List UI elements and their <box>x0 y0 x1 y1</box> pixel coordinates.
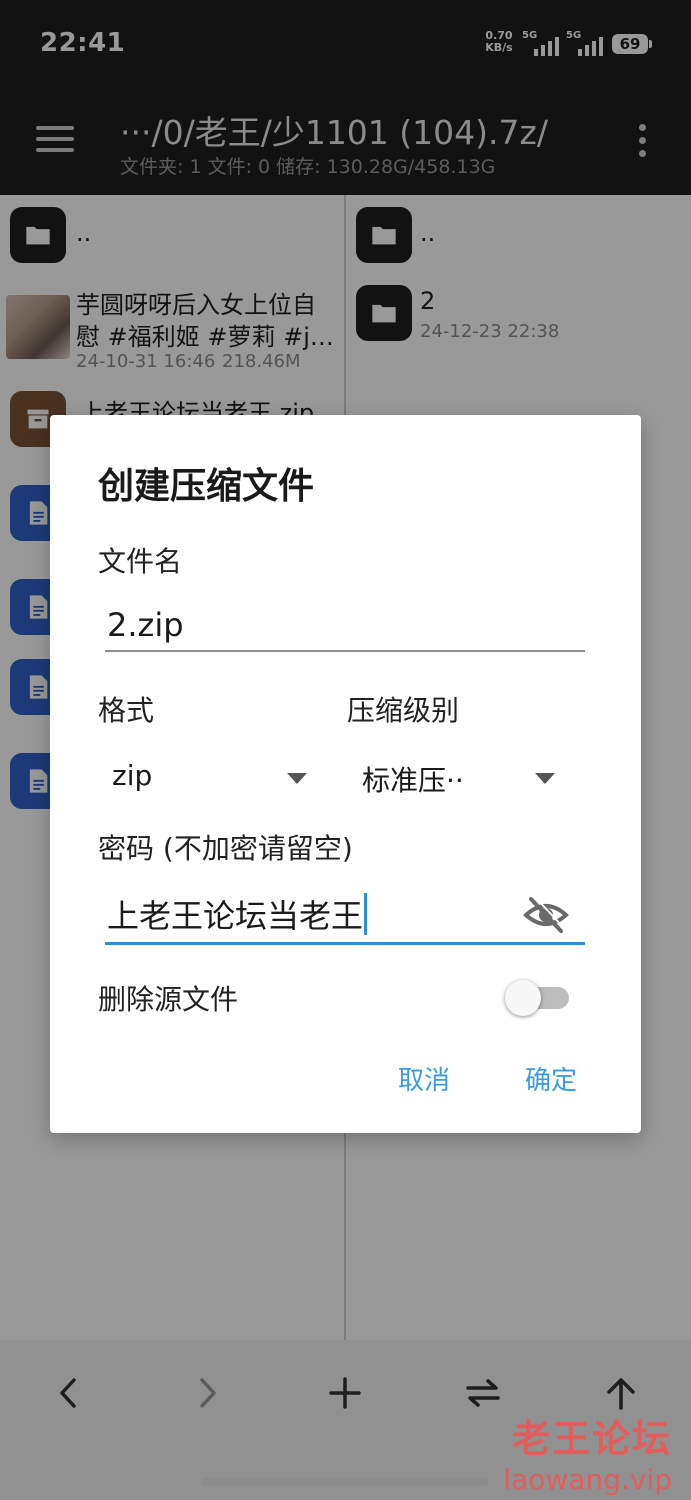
filename-input[interactable] <box>105 600 585 652</box>
compression-level-label: 压缩级别 <box>347 694 460 727</box>
compression-level-value: 标准压·· <box>362 764 464 797</box>
watermark: 老王论坛 laowang.vip <box>500 1408 672 1496</box>
password-label: 密码 (不加密请留空) <box>98 832 353 865</box>
home-indicator[interactable] <box>202 1478 488 1486</box>
password-value: 上老王论坛当老王 <box>107 897 364 935</box>
format-value: zip <box>112 759 153 792</box>
watermark-title: 老王论坛 <box>511 1417 672 1461</box>
format-select[interactable]: zip <box>102 751 317 801</box>
password-input[interactable]: 上老王论坛当老王 <box>105 885 585 945</box>
delete-source-label: 删除源文件 <box>98 983 239 1016</box>
watermark-url: laowang.vip <box>503 1463 672 1496</box>
ok-button[interactable]: 确定 <box>525 1060 577 1097</box>
delete-source-toggle[interactable] <box>505 980 573 1016</box>
create-archive-dialog: 创建压缩文件 文件名 格式 压缩级别 zip 标准压·· 密码 (不加密请留空)… <box>50 415 641 1133</box>
dialog-title: 创建压缩文件 <box>98 466 315 507</box>
chevron-down-icon <box>535 773 555 784</box>
chevron-down-icon <box>287 773 307 784</box>
format-label: 格式 <box>98 694 155 727</box>
visibility-off-icon[interactable] <box>523 895 569 935</box>
cancel-button[interactable]: 取消 <box>398 1060 450 1097</box>
text-cursor <box>364 893 368 935</box>
filename-label: 文件名 <box>98 545 183 578</box>
compression-level-select[interactable]: 标准压·· <box>352 751 567 801</box>
